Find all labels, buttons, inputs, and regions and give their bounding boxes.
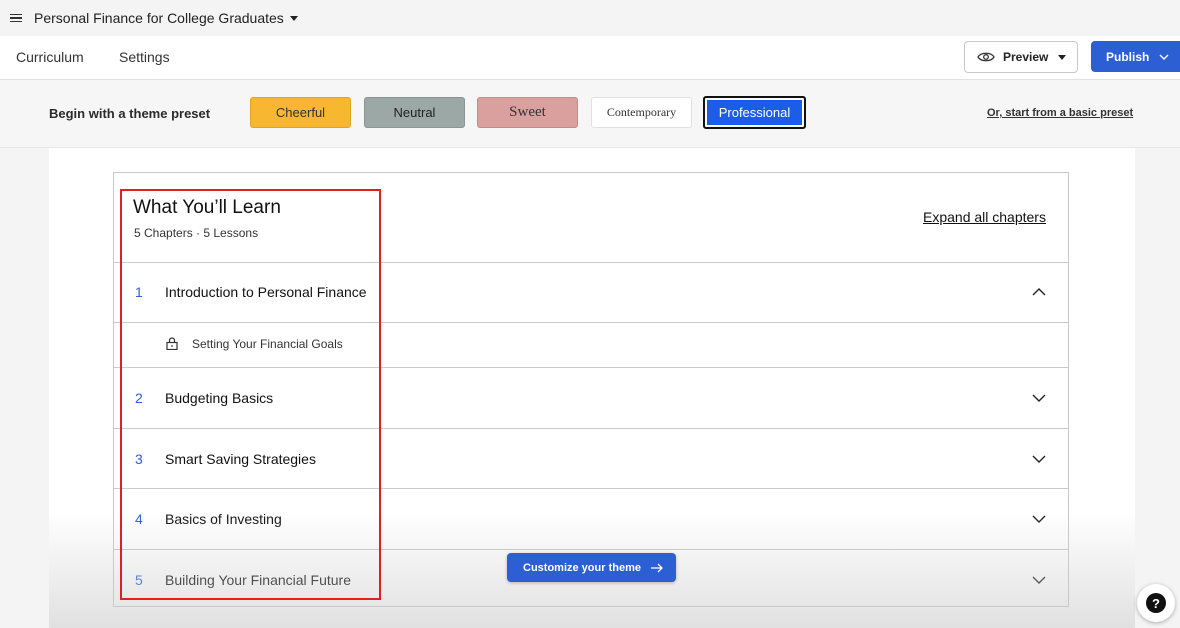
chapter-title: Basics of Investing xyxy=(165,511,282,527)
tab-row: Curriculum Settings Preview Publish xyxy=(0,36,1180,80)
chapter-title: Building Your Financial Future xyxy=(165,572,352,588)
theme-preset-bar: Begin with a theme preset Cheerful Neutr… xyxy=(0,80,1180,148)
chapter-row[interactable]: 3 Smart Saving Strategies xyxy=(114,429,1068,489)
preview-label: Preview xyxy=(1003,50,1049,64)
chapter-number: 2 xyxy=(135,390,143,406)
chevron-up-icon[interactable] xyxy=(1032,288,1046,296)
chapter-number: 4 xyxy=(135,511,143,527)
chevron-down-icon[interactable] xyxy=(289,15,298,21)
eye-icon xyxy=(977,52,995,62)
chevron-down-icon[interactable] xyxy=(1032,515,1046,523)
curriculum-card: What You’ll Learn 5 Chapters · 5 Lessons… xyxy=(113,172,1069,607)
lock-icon xyxy=(166,337,178,350)
chapter-title: Budgeting Basics xyxy=(165,390,274,406)
preset-contemporary[interactable]: Contemporary xyxy=(591,97,692,128)
preset-neutral[interactable]: Neutral xyxy=(364,97,465,128)
curriculum-summary: 5 Chapters · 5 Lessons xyxy=(134,226,259,240)
preset-label: Begin with a theme preset xyxy=(49,106,211,121)
curriculum-header: What You’ll Learn 5 Chapters · 5 Lessons… xyxy=(114,173,1068,263)
lesson-title: Setting Your Financial Goals xyxy=(192,337,343,351)
customize-theme-button[interactable]: Customize your theme xyxy=(507,553,676,582)
course-title[interactable]: Personal Finance for College Graduates xyxy=(34,10,284,26)
publish-label: Publish xyxy=(1106,49,1150,64)
chevron-down-icon[interactable] xyxy=(1032,576,1046,584)
help-icon: ? xyxy=(1146,593,1166,613)
preset-cheerful[interactable]: Cheerful xyxy=(250,97,351,128)
tab-settings[interactable]: Settings xyxy=(119,49,170,65)
chapter-title: Introduction to Personal Finance xyxy=(165,284,367,300)
customize-label: Customize your theme xyxy=(523,561,641,574)
tab-curriculum[interactable]: Curriculum xyxy=(16,49,84,65)
chapter-number: 5 xyxy=(135,572,143,588)
chapter-row[interactable]: 1 Introduction to Personal Finance xyxy=(114,262,1068,323)
curriculum-title: What You’ll Learn xyxy=(133,197,281,218)
lesson-row[interactable]: Setting Your Financial Goals xyxy=(114,323,1068,368)
top-bar: Personal Finance for College Graduates xyxy=(0,0,1180,36)
chapter-number: 1 xyxy=(135,284,143,300)
chevron-down-icon[interactable] xyxy=(1032,455,1046,463)
chevron-down-icon[interactable] xyxy=(1032,394,1046,402)
preset-sweet[interactable]: Sweet xyxy=(477,97,578,128)
help-button[interactable]: ? xyxy=(1137,584,1175,622)
chevron-down-icon xyxy=(1159,54,1169,60)
chapter-row[interactable]: 2 Budgeting Basics xyxy=(114,368,1068,429)
chapter-number: 3 xyxy=(135,451,143,467)
basic-preset-link[interactable]: Or, start from a basic preset xyxy=(987,107,1133,119)
arrow-right-icon xyxy=(650,563,663,572)
preset-professional[interactable]: Professional xyxy=(703,96,806,129)
chapter-row[interactable]: 4 Basics of Investing xyxy=(114,489,1068,550)
publish-button[interactable]: Publish xyxy=(1091,41,1180,72)
chevron-down-icon xyxy=(1058,54,1067,60)
chapter-title: Smart Saving Strategies xyxy=(165,451,316,467)
menu-icon[interactable] xyxy=(10,13,22,23)
preview-button[interactable]: Preview xyxy=(964,41,1078,73)
expand-all-chapters-link[interactable]: Expand all chapters xyxy=(923,209,1046,225)
